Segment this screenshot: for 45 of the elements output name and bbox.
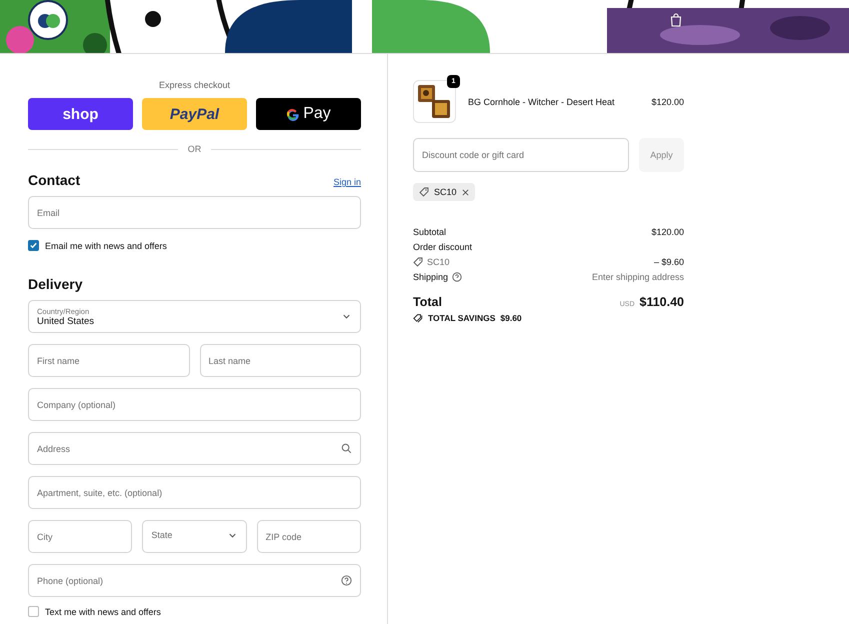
discount-tag: SC10: [413, 183, 475, 201]
summary-value: – $9.60: [654, 257, 684, 267]
tag-icon: [413, 257, 423, 267]
summary-label: Subtotal: [413, 227, 446, 237]
checkbox[interactable]: [28, 240, 39, 251]
summary-label: Shipping: [413, 272, 448, 282]
section-heading: Delivery: [28, 276, 82, 292]
divider-label: OR: [188, 144, 202, 154]
help-icon[interactable]: [452, 272, 462, 282]
checkbox-label: Email me with news and offers: [45, 240, 167, 250]
state-select[interactable]: State: [142, 520, 247, 553]
text-field[interactable]: City: [28, 520, 132, 553]
total-amount: $110.40: [640, 295, 684, 309]
tags-icon: [413, 313, 423, 323]
summary-value: $120.00: [651, 227, 684, 237]
text-field[interactable]: Last name: [200, 344, 361, 377]
summary-label: Order discount: [413, 242, 472, 252]
google-pay-button[interactable]: Pay: [256, 98, 361, 130]
summary-value: Enter shipping address: [592, 272, 684, 282]
checkbox-label: Text me with news and offers: [45, 606, 161, 616]
email-field[interactable]: Email: [28, 196, 361, 229]
section-heading: Contact: [28, 172, 80, 188]
search-icon: [341, 443, 352, 454]
close-icon[interactable]: [462, 188, 469, 196]
shopping-bag-icon[interactable]: [670, 13, 682, 27]
paypal-button[interactable]: PayPal: [142, 98, 247, 130]
text-field[interactable]: Apartment, suite, etc. (optional): [28, 476, 361, 509]
section-label: Express checkout: [158, 80, 232, 90]
savings-label: TOTAL SAVINGS: [428, 313, 496, 323]
text-field[interactable]: First name: [28, 344, 190, 377]
savings-amount: $9.60: [500, 313, 522, 323]
phone-field[interactable]: Phone (optional): [28, 564, 361, 597]
product-price: $120.00: [651, 96, 684, 106]
text-field[interactable]: Company (optional): [28, 388, 361, 421]
google-logo-icon: [286, 107, 300, 121]
sign-in-link[interactable]: Sign in: [333, 177, 361, 187]
address-field[interactable]: Address: [28, 432, 361, 465]
tag-icon: [419, 187, 429, 197]
product-name: BG Cornhole - Witcher - Desert Heat: [468, 96, 616, 106]
text-field[interactable]: ZIP code: [256, 520, 361, 553]
total-label: Total: [413, 295, 442, 309]
checkbox[interactable]: [28, 606, 39, 617]
help-icon[interactable]: [341, 575, 352, 586]
shop-pay-button[interactable]: shop: [28, 98, 133, 130]
summary-label: SC10: [427, 257, 450, 267]
